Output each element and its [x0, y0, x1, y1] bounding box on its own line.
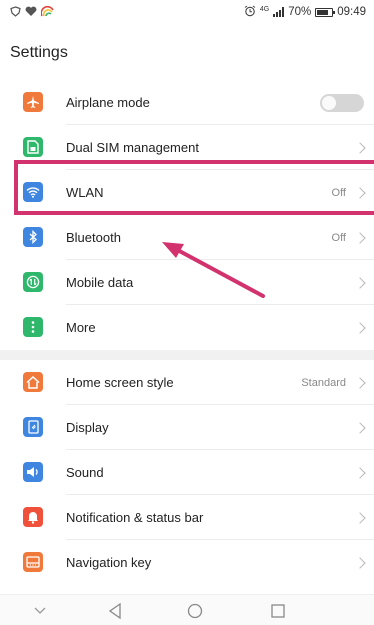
clock: 09:49 — [337, 6, 366, 18]
settings-item-label: Dual SIM management — [66, 140, 199, 155]
back-icon[interactable] — [95, 595, 135, 625]
home-screen-style-value: Standard — [301, 376, 346, 389]
chevron-down-icon[interactable] — [20, 595, 60, 625]
settings-item-home-screen-style[interactable]: Home screen style Standard — [0, 360, 374, 405]
settings-item-label: Navigation key — [66, 555, 152, 570]
signal-icon — [273, 7, 285, 17]
settings-item-label: Display — [66, 420, 109, 435]
sim-card-icon — [23, 137, 43, 157]
bluetooth-status: Off — [331, 231, 346, 244]
status-icons-left — [10, 5, 54, 19]
navigation-key-icon — [23, 552, 43, 572]
home-circle-icon[interactable] — [175, 595, 215, 625]
shield-icon — [10, 5, 21, 19]
chevron-right-icon — [354, 556, 366, 569]
navigation-bar — [0, 594, 374, 625]
settings-item-label: Home screen style — [66, 375, 174, 390]
more-icon — [23, 317, 43, 337]
display-icon — [23, 417, 43, 437]
status-icons-right: 4G 70% 09:49 — [244, 5, 366, 19]
chevron-right-icon — [354, 511, 366, 524]
settings-item-label: Notification & status bar — [66, 510, 204, 525]
speaker-icon — [23, 462, 43, 482]
settings-item-more[interactable]: More — [0, 305, 374, 350]
settings-item-label: More — [66, 320, 96, 335]
settings-item-label: Airplane mode — [66, 95, 150, 110]
page-title: Settings — [10, 44, 68, 61]
settings-list: Airplane mode Dual SIM management WLAN O… — [0, 80, 374, 585]
network-type: 4G — [259, 5, 270, 13]
chevron-right-icon — [354, 321, 366, 334]
settings-item-label: Sound — [66, 465, 104, 480]
settings-item-display[interactable]: Display — [0, 405, 374, 450]
settings-item-bluetooth[interactable]: Bluetooth Off — [0, 215, 374, 260]
settings-item-navigation-key[interactable]: Navigation key — [0, 540, 374, 585]
chevron-right-icon — [354, 141, 366, 154]
bluetooth-icon — [23, 227, 43, 247]
chevron-right-icon — [354, 376, 366, 389]
wlan-highlight-box — [14, 160, 374, 215]
alarm-icon — [244, 5, 256, 19]
airplane-mode-toggle[interactable] — [320, 94, 364, 112]
settings-item-notification-status-bar[interactable]: Notification & status bar — [0, 495, 374, 540]
settings-item-sound[interactable]: Sound — [0, 450, 374, 495]
chevron-right-icon — [354, 421, 366, 434]
mobile-data-icon — [23, 272, 43, 292]
airplane-icon — [23, 92, 43, 112]
chevron-right-icon — [354, 231, 366, 244]
bell-icon — [23, 507, 43, 527]
recents-icon[interactable] — [258, 595, 298, 625]
settings-item-airplane-mode[interactable]: Airplane mode — [0, 80, 374, 125]
heart-icon — [25, 6, 37, 19]
battery-percent: 70% — [288, 6, 312, 18]
rainbow-icon — [40, 5, 54, 19]
section-divider — [0, 350, 374, 360]
settings-item-label: Mobile data — [66, 275, 134, 290]
battery-icon — [315, 7, 336, 17]
chevron-right-icon — [354, 466, 366, 479]
home-icon — [23, 372, 43, 392]
chevron-right-icon — [354, 276, 366, 289]
status-bar: 4G 70% 09:49 — [0, 0, 374, 24]
settings-item-label: Bluetooth — [66, 230, 121, 245]
settings-item-mobile-data[interactable]: Mobile data — [0, 260, 374, 305]
